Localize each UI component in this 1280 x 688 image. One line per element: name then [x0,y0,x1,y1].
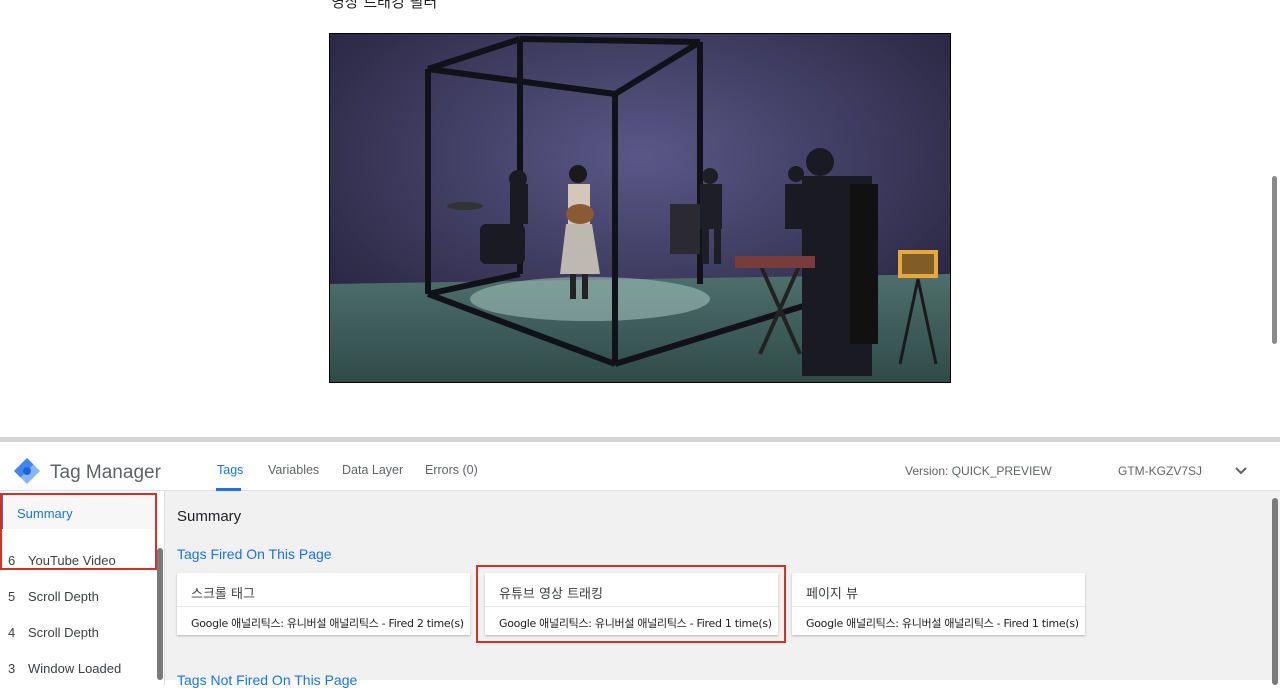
tag-name: 스크롤 태그 [191,587,255,602]
sidebar-item-summary[interactable]: Summary [0,493,155,529]
sidebar-item-event[interactable]: 5 Scroll Depth [0,576,155,612]
tags-fired-heading: Tags Fired On This Page [177,546,332,562]
version-label: Version: QUICK_PREVIEW [905,464,1052,478]
card-divider [177,606,470,607]
web-page: 영상 트래킹 필터 [0,0,1280,437]
tab-variables[interactable]: Variables [268,463,319,477]
tags-not-fired-heading: Tags Not Fired On This Page [177,672,358,688]
sidebar-item-label: YouTube Video [28,553,116,568]
event-number: 5 [8,589,16,604]
tab-errors[interactable]: Errors (0) [425,463,478,477]
event-number: 4 [8,625,16,640]
section-title: Summary [177,508,242,525]
sidebar-item-label: Scroll Depth [28,625,99,640]
event-number: 3 [8,661,16,676]
main-scrollbar[interactable] [1272,498,1278,685]
card-divider [485,606,778,607]
chevron-down-icon[interactable] [1232,462,1250,480]
gtm-debug-panel: Tag Manager Tags Variables Data Layer Er… [0,437,1280,688]
tag-card[interactable]: 유튜브 영상 트래킹 Google 애널리틱스: 유니버설 애널리틱스 - Fi… [485,573,778,635]
container-id: GTM-KGZV7SJ [1118,464,1203,478]
tab-data-layer[interactable]: Data Layer [342,463,403,477]
page-scrollbar[interactable] [1272,176,1277,344]
video-player[interactable] [329,33,951,383]
tag-detail: Google 애널리틱스: 유니버설 애널리틱스 - Fired 1 time(… [806,617,1079,630]
sidebar-item-label: Summary [17,506,73,521]
sidebar-item-event[interactable]: 3 Window Loaded [0,648,155,684]
active-tab-indicator [216,488,241,491]
sidebar-item-event[interactable]: 6 YouTube Video [0,540,155,576]
card-divider [792,606,1085,607]
tab-tags[interactable]: Tags [217,463,243,477]
sidebar-item-event[interactable]: 4 Scroll Depth [0,612,155,648]
tag-card[interactable]: 스크롤 태그 Google 애널리틱스: 유니버설 애널리틱스 - Fired … [177,573,470,635]
sidebar-scrollbar[interactable] [157,548,163,680]
tag-detail: Google 애널리틱스: 유니버설 애널리틱스 - Fired 1 time(… [499,617,772,630]
tag-name: 유튜브 영상 트래킹 [499,587,603,602]
gtm-header: Tag Manager Tags Variables Data Layer Er… [0,442,1280,491]
sidebar-item-label: Window Loaded [28,661,122,676]
page-heading: 영상 트래킹 필터 [331,0,438,11]
app-title: Tag Manager [50,462,161,483]
tag-name: 페이지 뷰 [806,587,858,602]
video-thumbnail-image [330,34,950,382]
tag-manager-logo-icon [14,458,40,484]
event-sidebar: Summary 6 YouTube Video 5 Scroll Depth 4… [0,491,165,685]
tag-detail: Google 애널리틱스: 유니버설 애널리틱스 - Fired 2 time(… [191,617,464,630]
tag-card[interactable]: 페이지 뷰 Google 애널리틱스: 유니버설 애널리틱스 - Fired 1… [792,573,1085,635]
sidebar-item-label: Scroll Depth [28,589,99,604]
event-number: 6 [8,553,16,568]
